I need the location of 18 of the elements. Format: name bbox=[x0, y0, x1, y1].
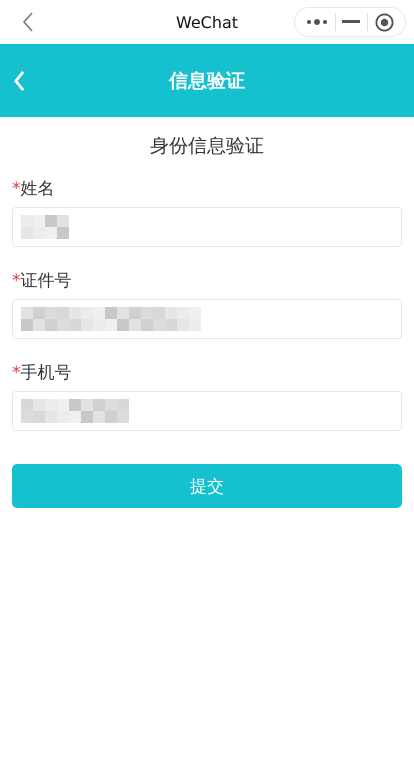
input-field[interactable] bbox=[12, 207, 402, 247]
submit-button[interactable]: 提交 bbox=[12, 464, 402, 508]
app-title: WeChat bbox=[176, 12, 238, 32]
required-mark: * bbox=[12, 179, 20, 199]
close-icon[interactable] bbox=[374, 12, 394, 32]
required-mark: * bbox=[12, 271, 20, 291]
required-mark: * bbox=[12, 363, 20, 383]
field-label: 证件号 bbox=[20, 271, 72, 291]
input-field[interactable] bbox=[12, 299, 402, 339]
input-field[interactable] bbox=[12, 391, 402, 431]
back-icon[interactable] bbox=[22, 11, 34, 33]
field-label: 手机号 bbox=[20, 363, 72, 383]
more-icon[interactable] bbox=[306, 18, 328, 26]
minimize-icon[interactable] bbox=[342, 20, 360, 24]
page-title: 信息验证 bbox=[169, 68, 245, 94]
capsule-menu[interactable] bbox=[294, 7, 406, 37]
field-label: 姓名 bbox=[20, 179, 54, 199]
form-heading: 身份信息验证 bbox=[149, 134, 265, 159]
